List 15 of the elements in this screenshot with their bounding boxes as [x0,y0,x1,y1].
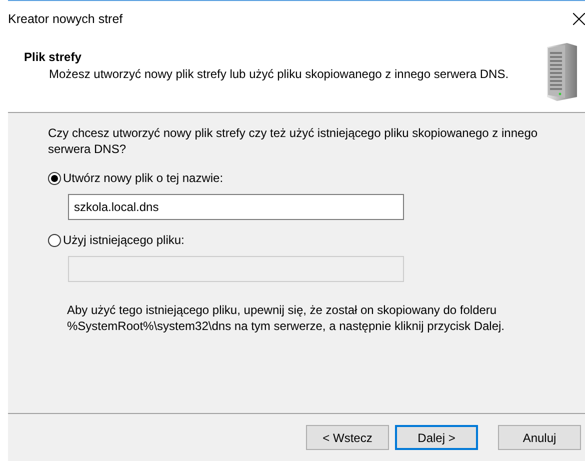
page-description: Możesz utworzyć nowy plik strefy lub użyć pliku skopiowanego z innego serwera DNS. [49,66,509,82]
close-icon[interactable] [573,12,585,24]
radio-button[interactable] [48,234,61,246]
wizard-button[interactable]: Anuluj [498,425,581,450]
note-text: Aby użyć tego istniejącego pliku, upewnij się, że został on skopiowany do folderu %SystemRoot%\system32\dns na tym serwerze, a następnie kliknij przycisk Dalej. [67,302,506,334]
wizard-button[interactable]: < Wstecz [306,425,389,450]
server-icon [545,43,579,101]
question-text: Czy chcesz utworzyć nowy plik strefy czy też użyć istniejącego pliku skopiowanego z innego serwera DNS? [48,125,539,157]
radio-label[interactable]: Utwórz nowy plik o tej nazwie: [63,171,224,185]
radio-label[interactable]: Użyj istniejącego pliku: [63,233,184,247]
file-name-field[interactable]: szkola.local.dns [68,194,404,220]
window-title: Kreator nowych stref [8,12,123,26]
page-title: Plik strefy [24,50,82,64]
wizard-button[interactable]: Dalej > [395,425,478,450]
radio-button[interactable] [48,172,61,184]
